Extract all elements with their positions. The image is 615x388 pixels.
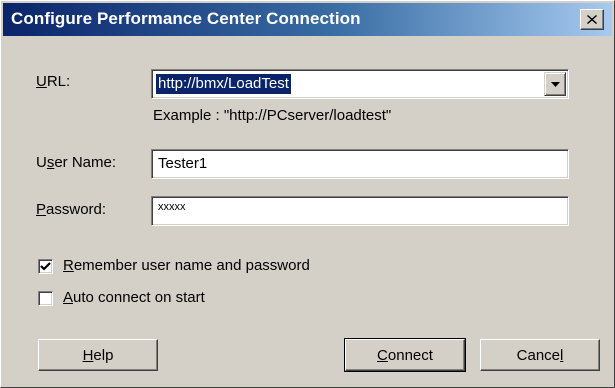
password-label: Password: [36, 201, 106, 218]
password-label-mnemonic: P [36, 201, 47, 218]
cancel-button-text: Cance [516, 346, 560, 364]
remember-checkbox[interactable] [38, 259, 53, 274]
remember-label-mnemonic: R [63, 257, 74, 274]
username-field[interactable]: Tester1 [151, 149, 569, 179]
url-example-hint: Example : "http://PCserver/loadtest" [153, 107, 392, 124]
password-masked-value[interactable]: xxxxx [158, 201, 186, 213]
help-button-mnemonic: H [82, 346, 94, 364]
help-button[interactable]: Help [38, 339, 158, 371]
url-input-value[interactable]: http://bmx/LoadTest [156, 74, 291, 94]
url-label: URL: [36, 73, 70, 90]
close-icon [587, 15, 597, 24]
connect-button-mnemonic: C [377, 346, 388, 364]
cancel-button[interactable]: Cance l [480, 339, 600, 371]
help-button-text: elp [93, 346, 114, 364]
autoconnect-checkbox[interactable] [38, 291, 53, 306]
url-label-text: RL: [46, 73, 71, 90]
autoconnect-label[interactable]: Auto connect on start [63, 289, 205, 306]
title-bar[interactable]: Configure Performance Center Connection [3, 3, 612, 36]
username-label-pre: U [36, 154, 47, 171]
remember-label-text: emember user name and password [73, 257, 310, 274]
url-dropdown-button[interactable] [544, 72, 566, 96]
close-button[interactable] [580, 9, 604, 30]
username-label: User Name: [36, 154, 116, 171]
autoconnect-label-text: uto connect on start [73, 289, 205, 306]
remember-label[interactable]: Remember user name and password [63, 257, 310, 274]
cancel-button-mnemonic: l [560, 346, 564, 364]
connect-button[interactable]: Connect [344, 338, 466, 372]
window-title: Configure Performance Center Connection [11, 9, 361, 28]
checkmark-icon [40, 262, 51, 271]
url-label-mnemonic: U [36, 73, 47, 90]
chevron-down-icon [550, 81, 560, 87]
url-combobox[interactable]: http://bmx/LoadTest [151, 69, 569, 99]
connect-button-text: onnect [387, 346, 433, 364]
password-label-text: assword: [46, 201, 107, 218]
password-field[interactable]: xxxxx [151, 196, 569, 226]
username-value[interactable]: Tester1 [158, 155, 207, 172]
username-label-text: er Name: [54, 154, 117, 171]
autoconnect-label-mnemonic: A [63, 289, 74, 306]
configure-connection-dialog: Configure Performance Center Connection … [0, 0, 615, 388]
